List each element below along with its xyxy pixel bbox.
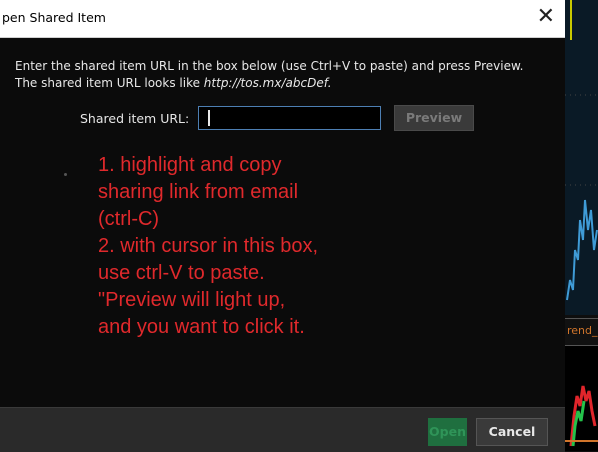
url-label: Shared item URL: (80, 111, 190, 126)
annotation-line: use ctrl-V to paste. (98, 262, 265, 284)
instructions-line-2: The shared item URL looks like http://to… (15, 75, 555, 92)
indicator-panel (565, 346, 598, 451)
dialog-titlebar: pen Shared Item ✕ (0, 0, 565, 38)
shared-url-input[interactable] (198, 106, 381, 130)
annotation-line: sharing link from email (98, 181, 299, 203)
annotation-line: (ctrl-C) (98, 208, 160, 230)
dialog-footer: Open Cancel (0, 407, 565, 452)
text-cursor (208, 110, 210, 126)
annotation-line: and you want to click it. (98, 316, 305, 338)
dialog-title: pen Shared Item (2, 10, 106, 25)
cancel-button[interactable]: Cancel (476, 418, 548, 446)
example-url: http://tos.mx/abcDef. (203, 76, 332, 90)
instructions-line-1: Enter the shared item URL in the box bel… (15, 59, 524, 73)
annotation-line: "Preview will light up, (98, 289, 286, 311)
open-button[interactable]: Open (428, 418, 467, 446)
price-plot (565, 0, 598, 301)
close-icon[interactable]: ✕ (537, 5, 555, 29)
instructions: Enter the shared item URL in the box bel… (15, 58, 555, 92)
preview-button[interactable]: Preview (394, 105, 474, 131)
price-panel (565, 0, 598, 315)
stray-dot (64, 173, 67, 176)
background-chart: rend_ (565, 0, 598, 451)
study-label: rend_ (567, 324, 598, 337)
instructions-prefix: The shared item URL looks like (15, 76, 204, 90)
annotation-line: 2. with cursor in this box, (98, 235, 319, 257)
indicator-plot (565, 385, 598, 447)
study-label-panel: rend_ (565, 318, 598, 346)
annotation-overlay: 1. highlight and copy sharing link from … (98, 152, 398, 341)
price-line (566, 199, 598, 301)
annotation-line: 1. highlight and copy (98, 154, 282, 176)
shared-item-dialog: pen Shared Item ✕ Enter the shared item … (0, 0, 565, 452)
